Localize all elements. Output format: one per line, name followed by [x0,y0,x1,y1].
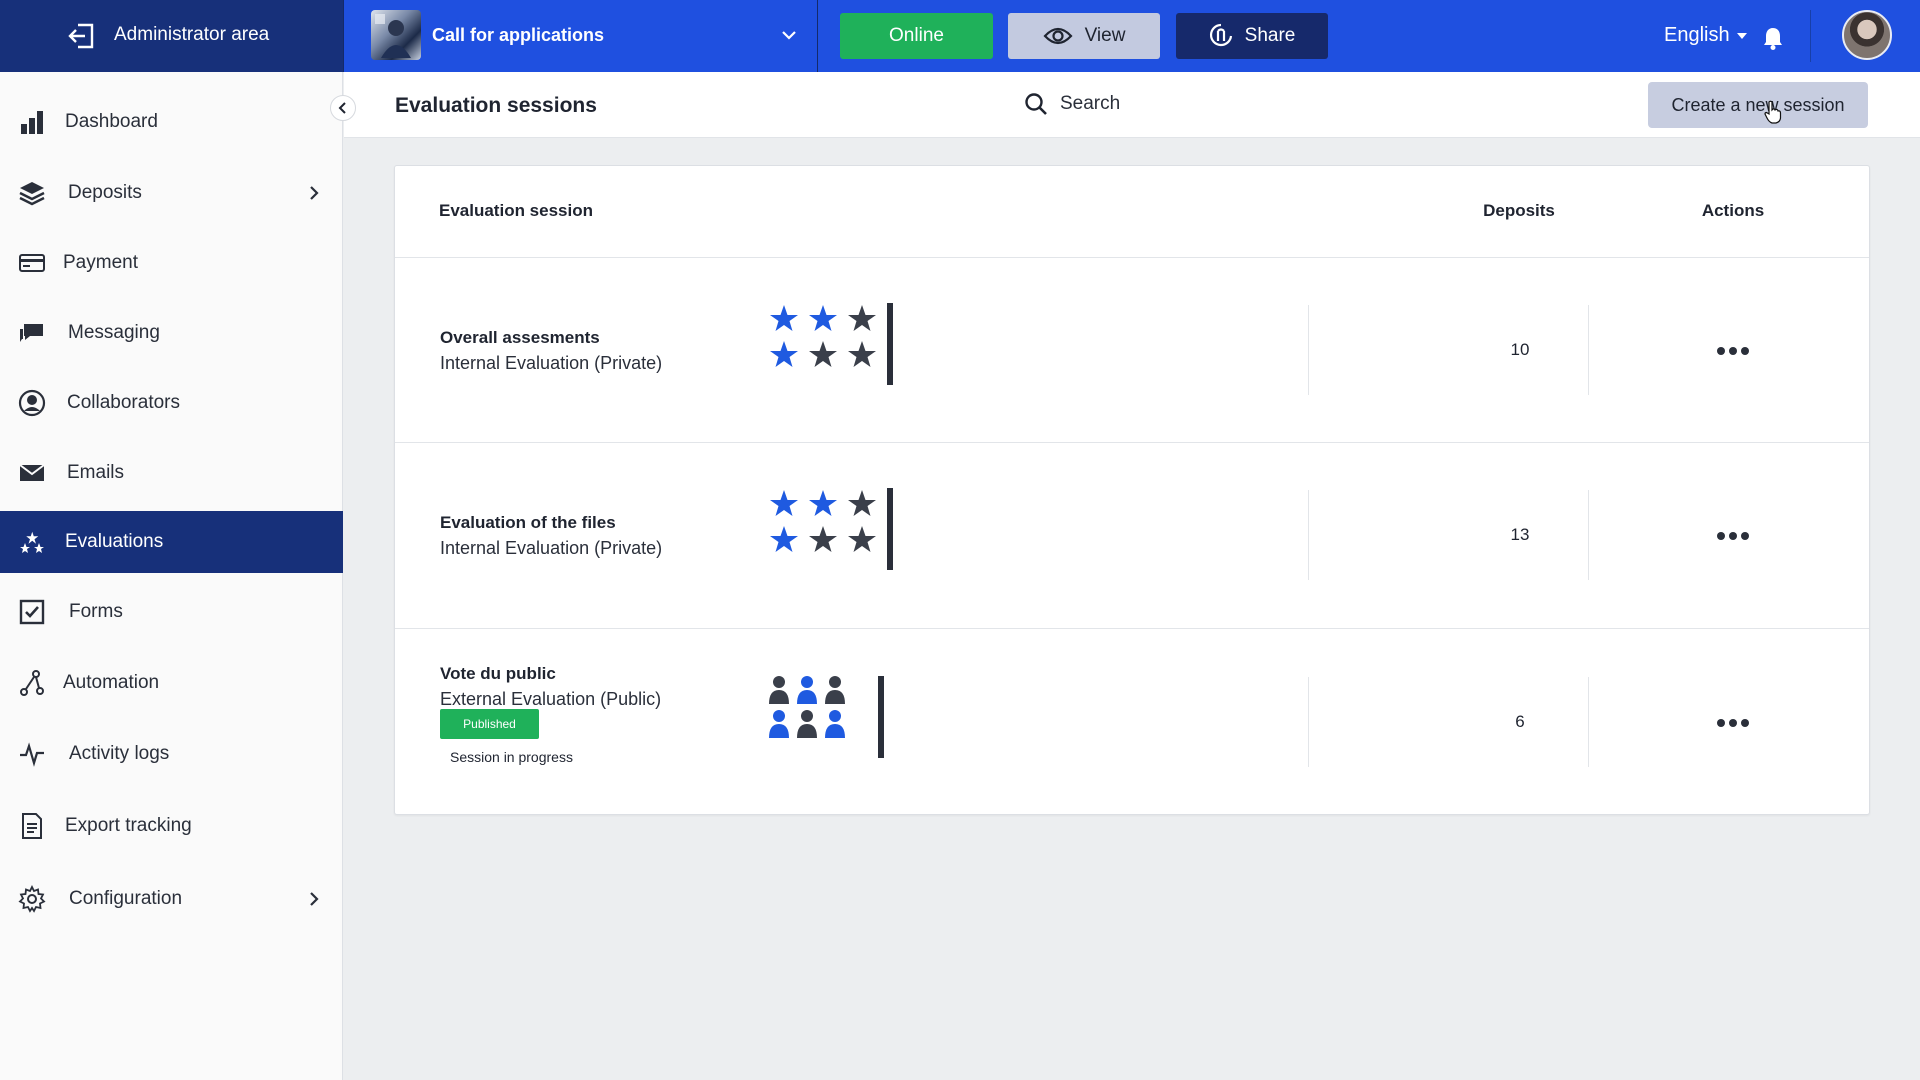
call-selector[interactable]: Call for applications [344,0,816,72]
activity-icon [20,742,44,767]
sidebar-item-label: Evaluations [65,531,164,552]
sidebar-item-emails[interactable]: Emails [0,442,343,504]
session-name: Overall assesments [440,328,600,347]
more-actions-icon[interactable] [1695,713,1771,733]
cell-divider [1308,677,1309,767]
exit-icon [68,23,94,49]
sidebar-item-label: Configuration [69,888,183,909]
call-title: Call for applications [432,25,605,45]
people-icon [769,676,884,758]
checkbox-icon [19,599,45,625]
automation-icon [20,670,44,696]
chevron-left-icon [338,102,346,114]
layers-icon [19,182,45,206]
chevron-down-icon[interactable] [780,26,798,44]
hand-cursor-icon [1764,100,1782,124]
document-icon [22,813,42,839]
table-row[interactable]: Evaluation of the files Internal Evaluat… [395,444,1869,629]
credit-card-icon [19,254,45,272]
sidebar-item-label: Dashboard [65,111,158,132]
deposit-count: 13 [1510,525,1530,544]
more-actions-icon[interactable] [1695,341,1771,361]
status-badge: Published [440,709,539,739]
eye-icon [1043,27,1073,45]
administrator-area-link[interactable]: Administrator area [0,0,343,72]
session-name: Evaluation of the files [440,513,616,532]
search-label: Search [1060,93,1121,114]
share-label: Share [1244,25,1296,46]
sidebar-item-label: Collaborators [67,392,180,413]
sidebar-item-activity-logs[interactable]: Activity logs [0,723,343,785]
sidebar-item-dashboard[interactable]: Dashboard [0,91,343,153]
deposit-count: 10 [1510,340,1530,359]
create-session-button[interactable]: Create a new session [1648,82,1868,128]
stars-rating-icon [770,303,893,385]
search-button[interactable]: Search [1024,92,1120,116]
sidebar-item-automation[interactable]: Automation [0,652,343,714]
envelope-icon [19,464,45,481]
sidebar-item-evaluations[interactable]: Evaluations [0,511,343,573]
sidebar-item-label: Forms [69,601,123,622]
sidebar-item-forms[interactable]: Forms [0,581,343,643]
sidebar-item-label: Activity logs [69,743,170,764]
session-type: Internal Evaluation (Private) [440,538,663,558]
deposit-count: 6 [1515,712,1525,731]
chevron-right-icon [310,186,319,200]
cell-divider [1308,490,1309,580]
online-button[interactable]: Online [840,13,993,59]
sidebar-item-messaging[interactable]: Messaging [0,302,343,364]
sidebar-item-export-tracking[interactable]: Export tracking [0,795,343,857]
top-bar: Administrator area Call for applications… [0,0,1920,72]
table-row[interactable]: Overall assesments Internal Evaluation (… [395,258,1869,443]
view-button[interactable]: View [1008,13,1160,59]
sessions-table: Evaluation session Deposits Actions Over… [394,165,1870,815]
cell-divider [1588,677,1589,767]
share-button[interactable]: Share [1176,13,1328,59]
table-row[interactable]: Vote du public External Evaluation (Publ… [395,630,1869,815]
stars-rating-icon [770,488,893,570]
column-header-deposits: Deposits [1483,201,1555,220]
stars-icon [20,531,44,553]
session-type: External Evaluation (Public) [440,689,662,709]
more-actions-icon[interactable] [1695,526,1771,546]
session-status: Session in progress [450,749,573,765]
view-label: View [1084,25,1126,46]
cell-divider [1308,305,1309,395]
search-icon [1025,93,1047,115]
sidebar-item-deposits[interactable]: Deposits [0,162,343,224]
session-type: Internal Evaluation (Private) [440,353,663,373]
user-circle-icon [18,389,46,417]
language-label: English [1664,24,1730,46]
sidebar-item-label: Payment [63,252,138,273]
cell-divider [1588,490,1589,580]
sidebar-item-configuration[interactable]: Configuration [0,868,343,930]
page-title: Evaluation sessions [395,94,597,117]
gear-icon [18,885,46,913]
column-header-session: Evaluation session [439,201,593,220]
bar-chart-icon [21,111,43,134]
divider [1810,10,1811,62]
language-selector[interactable]: English [1664,24,1748,47]
share-icon [1209,23,1232,47]
sidebar-item-payment[interactable]: Payment [0,232,343,294]
session-name: Vote du public [440,664,556,683]
table-header: Evaluation session Deposits Actions [395,166,1869,258]
sidebar-item-label: Messaging [68,322,160,343]
avatar[interactable] [1842,10,1892,60]
collapse-sidebar-button[interactable] [330,95,356,121]
column-header-actions: Actions [1701,201,1765,220]
sidebar-item-collaborators[interactable]: Collaborators [0,372,343,434]
call-thumbnail [371,10,421,60]
sidebar-item-label: Deposits [68,182,142,203]
caret-down-icon [1736,32,1747,39]
chat-icon [20,324,43,342]
sidebar-item-label: Emails [67,462,125,483]
divider [817,0,818,72]
chevron-right-icon [310,892,319,906]
cell-divider [1588,305,1589,395]
sidebar-item-label: Automation [63,672,160,693]
bell-icon[interactable] [1762,26,1784,50]
sidebar-item-label: Export tracking [65,815,192,836]
admin-area-label: Administrator area [114,24,270,45]
